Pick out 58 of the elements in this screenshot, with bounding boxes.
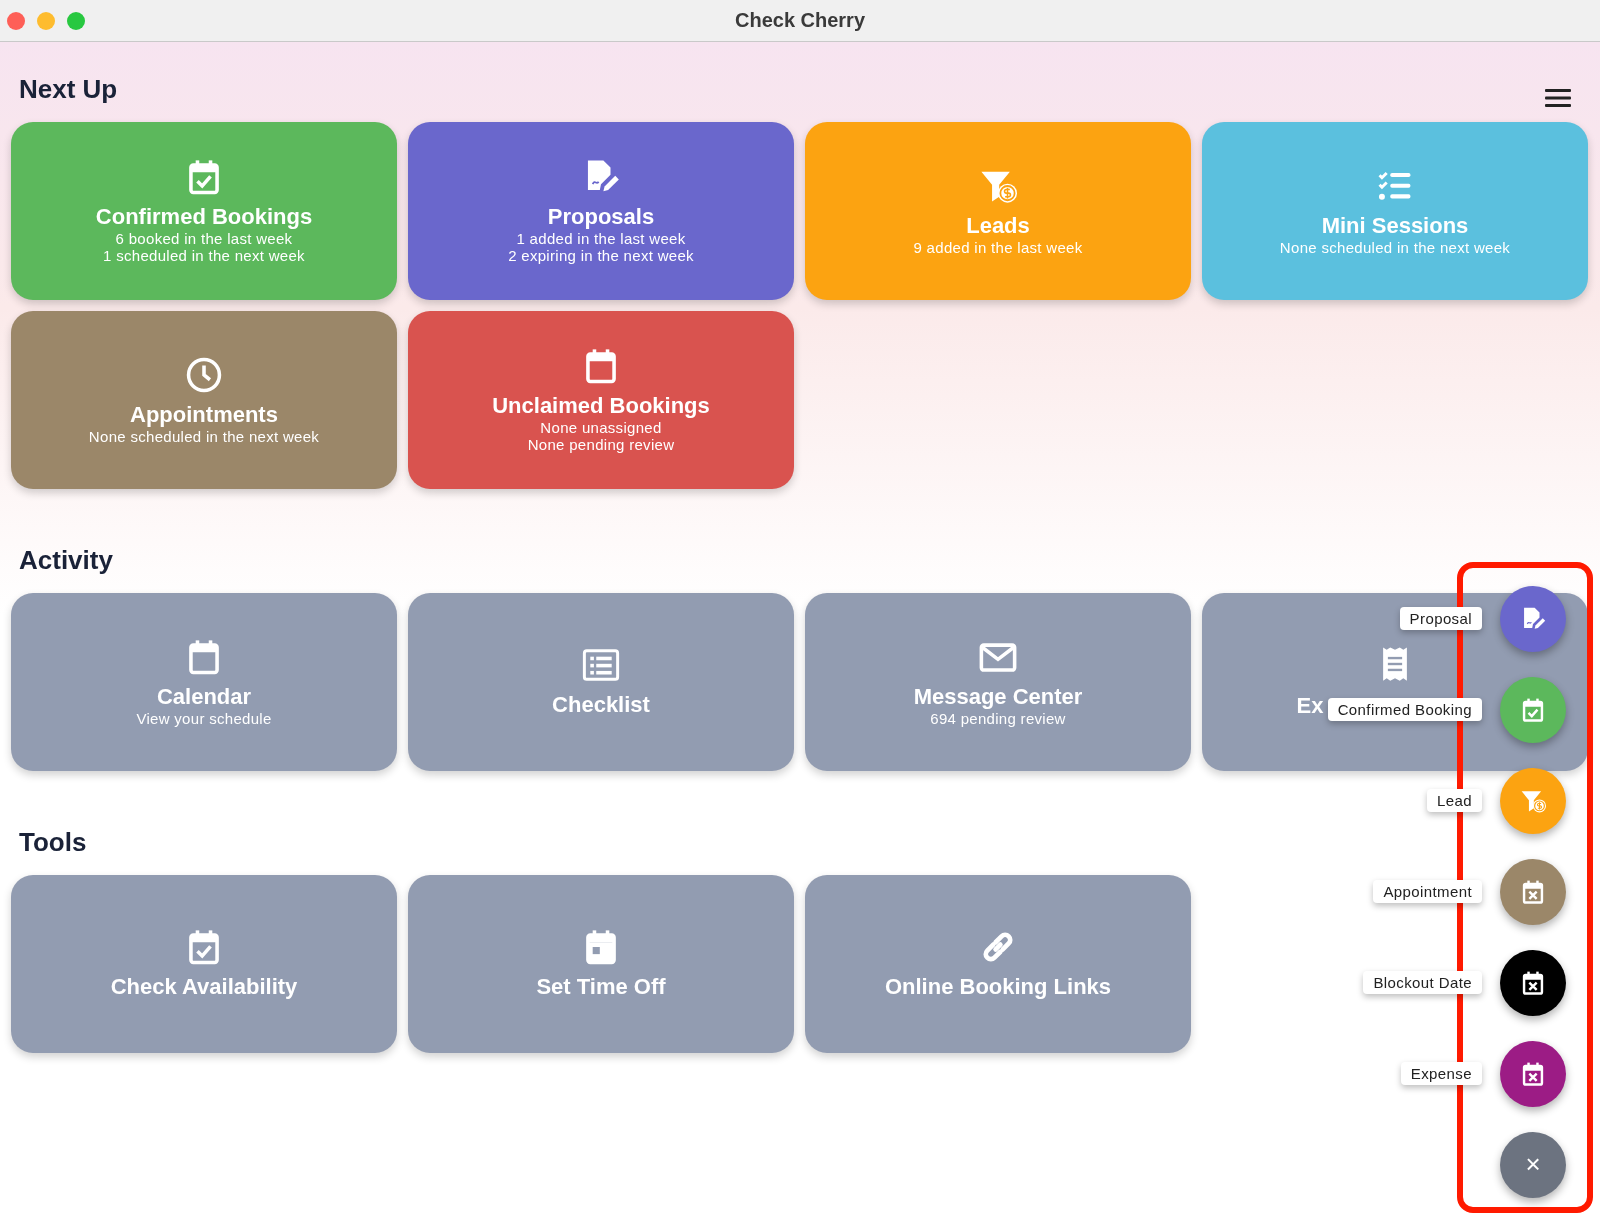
card-title: Online Booking Links [884, 974, 1112, 1000]
window-title: Check Cherry [734, 9, 866, 32]
card-title: Leads [966, 212, 1030, 239]
dashboard-card[interactable]: Leads 9 added in the last week [805, 122, 1191, 300]
dashboard-card[interactable]: Proposals 1 added in the last week 2 expiring in the next week [408, 122, 794, 300]
card-subtitle: None pending review [527, 436, 675, 453]
dashboard-card[interactable]: Unclaimed Bookings None unassigned None pending review [408, 311, 794, 489]
list-icon [582, 646, 620, 684]
card-subtitle: 2 expiring in the next week [508, 247, 694, 264]
card-title: Confirmed Bookings [95, 204, 313, 230]
action-label: Blockout Date [1363, 971, 1482, 994]
calendar-x-icon [1520, 878, 1546, 905]
action-label: Expense [1400, 1062, 1482, 1085]
calendar-x-icon [1520, 969, 1546, 996]
dashboard-card[interactable]: Calendar View your schedule [11, 593, 397, 771]
action-label: Appointment [1373, 880, 1482, 903]
dashboard-card[interactable]: Checklist [408, 593, 794, 771]
dashboard-card[interactable]: Set Time Off [408, 875, 794, 1053]
card-subtitle: 1 added in the last week [516, 230, 686, 247]
card-subtitle: None unassigned [540, 419, 662, 436]
card-title: Unclaimed Bookings [492, 393, 710, 419]
action-label: Confirmed Booking [1327, 698, 1482, 721]
menu-icon[interactable] [1545, 88, 1571, 108]
card-title: Check Availability [110, 974, 298, 1000]
section-heading: Tools [19, 826, 87, 859]
card-subtitle: 9 added in the last week [913, 238, 1083, 256]
card-subtitle: 6 booked in the last week [115, 230, 293, 247]
card-subtitle: View your schedule [136, 709, 272, 727]
action-button[interactable] [1500, 1040, 1566, 1107]
zoom-button[interactable] [67, 12, 85, 30]
section-heading: Activity [19, 544, 113, 577]
section-heading: Next Up [19, 73, 118, 106]
card-title: Set Time Off [536, 974, 666, 1000]
card-title: Checklist [552, 692, 650, 718]
dashboard-card[interactable]: Online Booking Links [805, 875, 1191, 1053]
card-subtitle: None scheduled in the next week [88, 427, 320, 445]
card-title: Message Center [913, 683, 1083, 710]
dashboard-card[interactable]: Appointments None scheduled in the next week [11, 311, 397, 489]
dashboard-card[interactable]: Confirmed Bookings 6 booked in the last week 1 scheduled in the next week [11, 122, 397, 300]
card-subtitle: 694 pending review [930, 709, 1066, 727]
card-title: Appointments [130, 401, 278, 428]
action-button[interactable] [1500, 949, 1566, 1016]
close-window-button[interactable] [7, 12, 25, 30]
dashboard-card[interactable]: Message Center 694 pending review [805, 593, 1191, 771]
calendar-check-icon [1520, 696, 1546, 723]
action-label: Proposal [1399, 607, 1482, 630]
clock-icon [185, 355, 223, 394]
calendar-x-icon [1520, 1060, 1546, 1087]
card-title: Mini Sessions [1321, 212, 1469, 239]
card-title: Ex [1296, 693, 1324, 719]
card-title: Calendar [156, 683, 252, 710]
action-label: Lead [1427, 789, 1482, 812]
card-subtitle: None scheduled in the next week [1279, 238, 1511, 256]
close-button[interactable]: × [1500, 1131, 1566, 1198]
card-title: Proposals [547, 204, 655, 230]
dashboard-card[interactable]: Check Availability [11, 875, 397, 1053]
dashboard-card[interactable]: Mini Sessions None scheduled in the next week [1202, 122, 1588, 300]
card-subtitle: 1 scheduled in the next week [103, 247, 305, 264]
